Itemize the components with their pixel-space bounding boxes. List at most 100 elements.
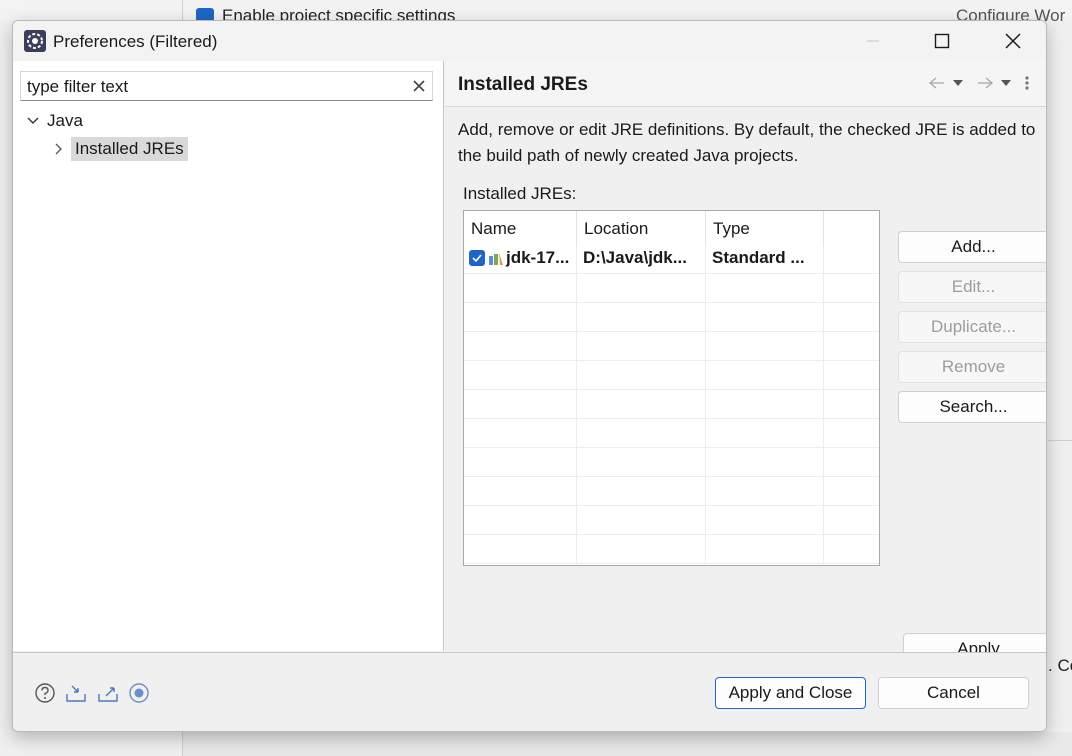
chevron-down-icon [953,80,963,86]
remove-button[interactable]: Remove [898,351,1046,383]
column-header-location[interactable]: Location [577,211,706,245]
duplicate-button[interactable]: Duplicate... [898,311,1046,343]
tree-item-java[interactable]: Java [25,108,83,134]
empty-cell [824,477,879,506]
jre-name-cell: jdk-17... [464,245,577,274]
background-window-header [0,0,1072,20]
empty-cell [706,506,824,535]
empty-table-row [464,303,879,332]
eclipse-app-icon [24,30,46,52]
empty-table-row [464,535,879,564]
tree-item-label: Installed JREs [71,137,188,161]
title-bar[interactable]: Preferences (Filtered) [13,21,1046,61]
export-icon[interactable] [97,682,119,704]
empty-table-row [464,419,879,448]
empty-cell [824,448,879,477]
empty-cell [464,448,577,477]
cancel-button[interactable]: Cancel [878,677,1029,709]
page-description: Add, remove or edit JRE definitions. By … [458,120,1036,165]
jre-library-icon [489,253,503,265]
close-icon [1005,33,1021,49]
back-button[interactable] [928,73,946,93]
empty-cell [464,274,577,303]
empty-cell [464,477,577,506]
forward-arrow-icon [978,77,994,89]
background-bottom-area [183,732,1072,756]
empty-table-row [464,274,879,303]
tree-item-installed-jres[interactable]: Installed JREs [51,136,188,162]
help-icon[interactable] [34,682,56,704]
empty-cell [464,361,577,390]
empty-cell [824,390,879,419]
empty-cell [464,535,577,564]
empty-cell [706,535,824,564]
empty-cell [824,332,879,361]
empty-cell [824,506,879,535]
empty-cell [464,506,577,535]
empty-cell [577,361,706,390]
import-icon[interactable] [65,682,87,704]
edit-button[interactable]: Edit... [898,271,1046,303]
empty-cell [706,361,824,390]
jre-location-cell: D:\Java\jdk... [577,245,706,274]
empty-cell [577,274,706,303]
jre-checkbox[interactable] [469,250,485,266]
forward-history-dropdown[interactable] [999,73,1013,93]
tree-item-label: Java [47,111,83,130]
column-header-type[interactable]: Type [706,211,824,245]
chevron-down-icon[interactable] [25,113,41,129]
dialog-footer: Apply and Close Cancel [13,652,1046,731]
chevron-right-icon[interactable] [51,141,67,157]
add-button[interactable]: Add... [898,231,1046,263]
empty-table-row [464,448,879,477]
chevron-down-icon [1001,80,1011,86]
forward-button[interactable] [976,73,994,93]
minimize-icon [867,40,879,42]
empty-cell [577,332,706,361]
empty-cell [577,477,706,506]
close-button[interactable] [990,21,1036,61]
empty-cell [577,390,706,419]
table-header: Name Location Type [464,211,879,245]
clear-filter-icon[interactable] [412,79,426,93]
empty-cell [824,419,879,448]
record-icon[interactable] [128,682,150,704]
background-separator [1048,440,1072,441]
empty-cell [706,332,824,361]
view-menu-button[interactable] [1023,73,1031,93]
back-history-dropdown[interactable] [951,73,965,93]
column-header-name[interactable]: Name [464,211,577,245]
maximize-icon [934,33,950,49]
empty-cell [464,332,577,361]
empty-table-row [464,332,879,361]
empty-cell [577,448,706,477]
empty-cell [577,419,706,448]
page-header: Installed JREs [445,61,1046,107]
back-arrow-icon [928,77,944,89]
empty-cell [706,448,824,477]
empty-cell [577,303,706,332]
preferences-dialog: Preferences (Filtered) Java Installed JR… [12,20,1047,732]
empty-table-row [464,477,879,506]
minimize-button[interactable] [850,21,896,61]
empty-cell [824,274,879,303]
jre-name: jdk-17... [506,248,570,267]
empty-cell [824,303,879,332]
empty-cell [577,506,706,535]
search-button[interactable]: Search... [898,391,1046,423]
empty-cell [706,477,824,506]
installed-jres-label: Installed JREs: [463,184,577,203]
empty-table-row [464,390,879,419]
empty-cell [464,303,577,332]
empty-cell [464,419,577,448]
background-text-fragment: . Co [1048,656,1072,675]
empty-table-row [464,361,879,390]
maximize-button[interactable] [919,21,965,61]
empty-cell [824,361,879,390]
jre-table[interactable]: Name Location Type jdk-17... D:\Java\jdk… [463,210,880,566]
table-row[interactable]: jdk-17... D:\Java\jdk... Standard ... [464,245,879,274]
empty-cell [706,303,824,332]
filter-input[interactable] [27,76,407,98]
empty-cell [824,535,879,564]
apply-and-close-button[interactable]: Apply and Close [715,677,866,709]
